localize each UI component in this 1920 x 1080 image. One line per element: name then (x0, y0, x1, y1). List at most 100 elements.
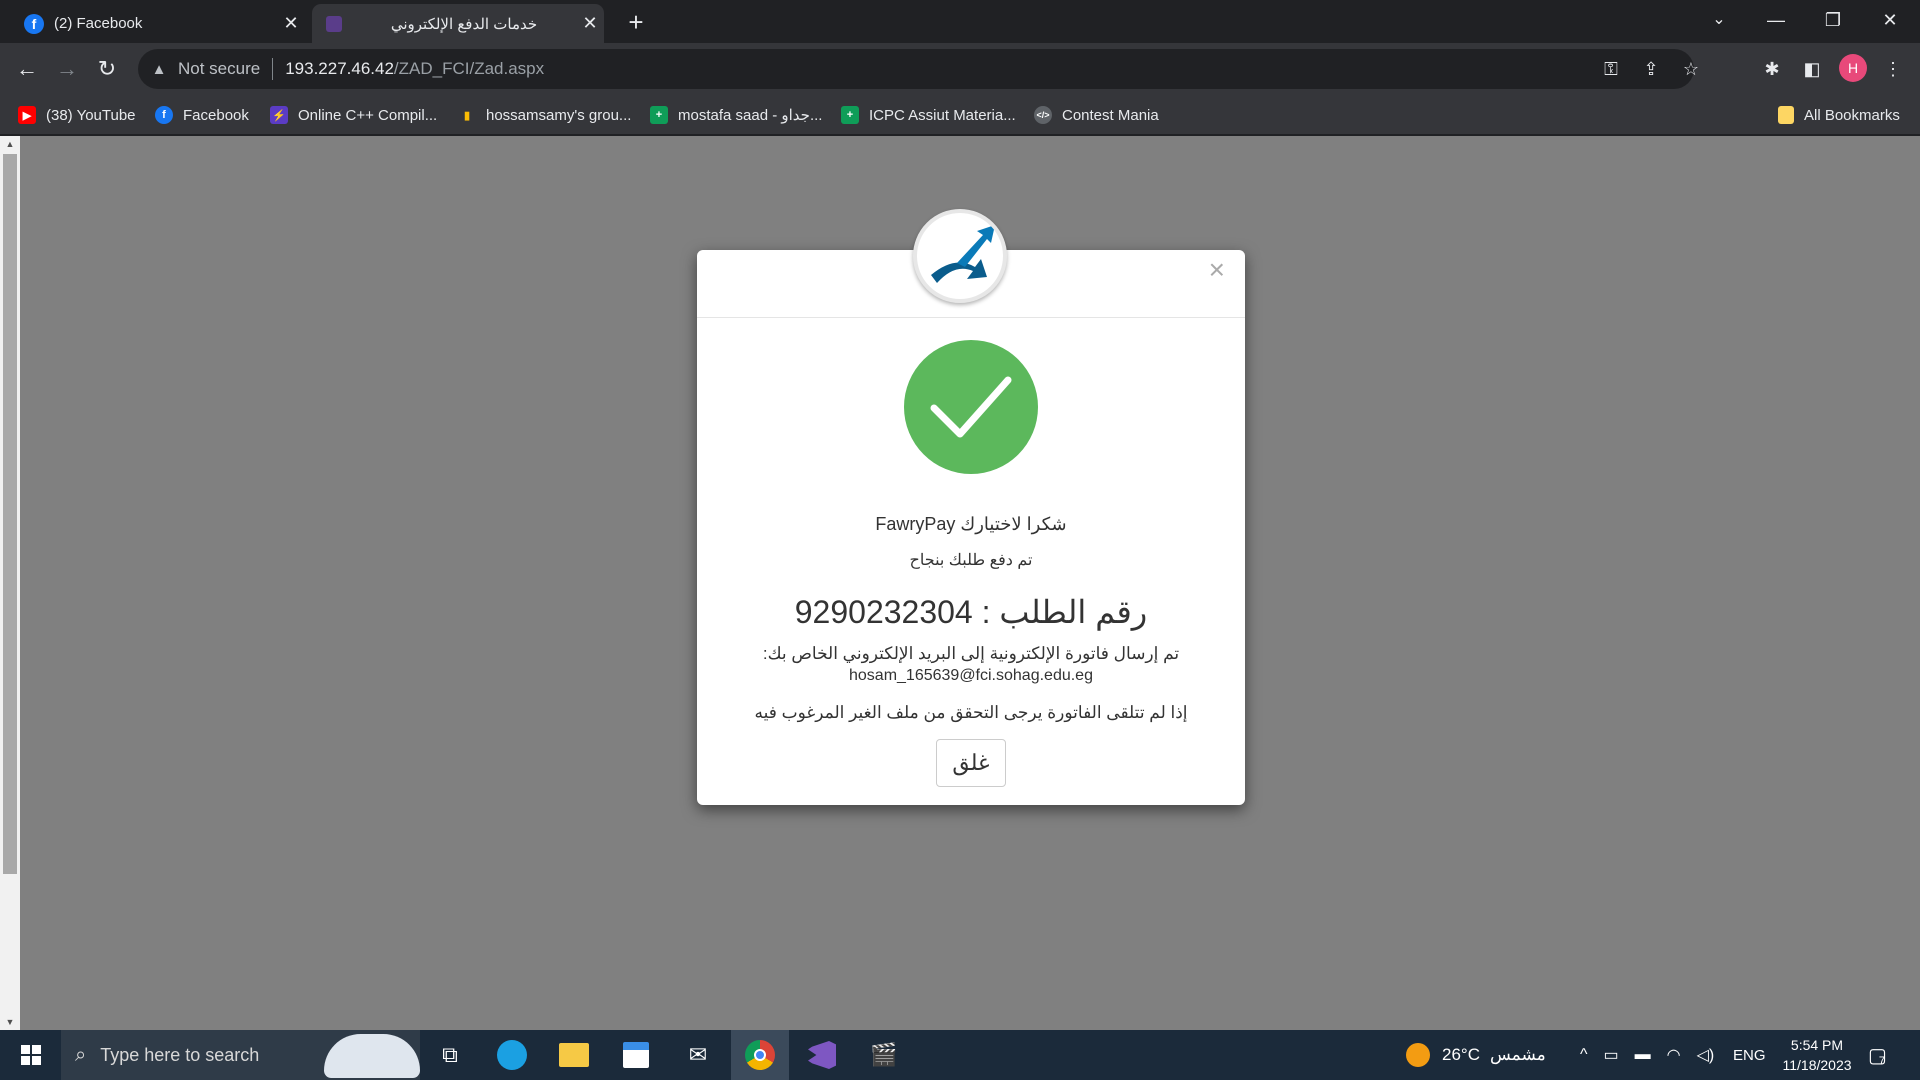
bookmark-compiler[interactable]: ⚡ Online C++ Compil... (270, 95, 437, 135)
task-view-icon[interactable]: ⧉ (421, 1030, 479, 1080)
site-icon (326, 15, 342, 32)
bookmark-label: ICPC Assiut Materia... (869, 106, 1016, 124)
tab-search-icon[interactable]: ⌄ (1691, 0, 1747, 40)
folder-icon (1778, 106, 1794, 124)
code-icon: </> (1034, 106, 1052, 124)
windows-start-icon[interactable] (2, 1030, 60, 1080)
warning-icon[interactable]: ▲ (148, 61, 170, 78)
email-address: hosam_165639@fci.sohag.edu.eg (849, 667, 1093, 684)
taskbar: ⌕ Type here to search ⧉ ✉ 🎬 26°C مشمس ^ … (0, 1030, 1920, 1080)
meet-icon[interactable]: ▭ (1604, 1045, 1619, 1065)
key-icon[interactable]: ⚿ (1596, 49, 1626, 89)
fawry-logo-icon (913, 209, 1007, 303)
chevron-up-icon[interactable]: ^ (1580, 1046, 1588, 1064)
notification-count: 7 (1878, 1055, 1886, 1067)
tab-title: (2) Facebook (54, 15, 143, 32)
weather-condition: مشمس (1489, 1045, 1546, 1064)
polar-bear-icon (324, 1034, 420, 1078)
bookmark-label: (38) YouTube (46, 106, 136, 124)
sun-icon (1406, 1043, 1430, 1067)
star-icon[interactable]: ☆ (1676, 49, 1706, 89)
scrollbar-thumb[interactable] (3, 154, 17, 874)
visual-studio-icon[interactable] (793, 1030, 851, 1080)
bookmark-label: mostafa saad - جداو... (678, 107, 823, 124)
menu-icon[interactable]: ⋮ (1876, 52, 1910, 86)
success-check-icon (904, 340, 1038, 474)
tab-payment[interactable]: خدمات الدفع الإلكتروني ✕ (312, 4, 604, 43)
browser-toolbar: ← → ↻ ▲ Not secure 193.227.46.42 /ZAD_FC… (0, 43, 1920, 95)
order-number: رقم الطلب : 9290232304 (697, 593, 1245, 631)
back-icon[interactable]: ← (10, 52, 44, 86)
tab-strip: f (2) Facebook ✕ خدمات الدفع الإلكتروني … (0, 0, 1920, 43)
battery-icon[interactable]: ▬ (1635, 1046, 1651, 1064)
sheets-icon: + (650, 106, 668, 124)
url-path: /ZAD_FCI/Zad.aspx (393, 59, 545, 78)
clock-date: 11/18/2023 (1782, 1057, 1852, 1073)
bookmark-label: Online C++ Compil... (298, 106, 438, 124)
invoice-sent-message: تم إرسال فاتورة الإلكترونية إلى البريد ا… (762, 644, 1180, 663)
scroll-down-icon[interactable]: ▼ (0, 1014, 20, 1030)
clock[interactable]: 5:54 PM 11/18/2023 (1774, 1030, 1860, 1080)
divider (272, 58, 274, 80)
bookmarks-bar: ▶ (38) YouTube f Facebook ⚡ Online C++ C… (0, 95, 1920, 135)
side-panel-icon[interactable]: ◧ (1795, 52, 1829, 86)
security-label[interactable]: Not secure (178, 59, 260, 79)
avatar[interactable]: H (1839, 54, 1867, 82)
bookmark-icpc[interactable]: + ICPC Assiut Materia... (841, 95, 1016, 135)
store-icon[interactable] (607, 1030, 665, 1080)
tab-close-icon[interactable]: ✕ (277, 13, 305, 34)
bookmark-label: hossamsamy's grou... (486, 106, 632, 124)
language-indicator[interactable]: ENG (1733, 1030, 1766, 1080)
scrollbar[interactable]: ▲ ▼ (0, 136, 20, 1030)
taskbar-search-input[interactable]: ⌕ Type here to search (61, 1030, 420, 1080)
bookmark-label: All Bookmarks (1804, 106, 1900, 124)
restore-button[interactable]: ❐ (1805, 0, 1861, 40)
reload-icon[interactable]: ↻ (90, 52, 124, 86)
tab-close-icon[interactable]: ✕ (576, 13, 604, 34)
edge-icon[interactable] (483, 1030, 541, 1080)
tab-title: خدمات الدفع الإلكتروني (390, 15, 538, 33)
facebook-icon: f (155, 106, 173, 124)
address-bar[interactable]: ▲ Not secure 193.227.46.42 /ZAD_FCI/Zad.… (138, 49, 1699, 89)
spam-note: إذا لم تتلقى الفاتورة يرجى التحقق من ملف… (754, 703, 1188, 722)
wifi-icon[interactable]: ◠ (1667, 1045, 1681, 1065)
notifications-icon[interactable]: ▢ 7 (1868, 1030, 1887, 1080)
bookmark-contest[interactable]: </> Contest Mania (1034, 95, 1159, 135)
modal-header: × (697, 209, 1245, 318)
extensions-icon[interactable]: ✱ (1755, 52, 1789, 86)
bookmark-label: Contest Mania (1062, 106, 1159, 124)
tab-facebook[interactable]: f (2) Facebook ✕ (10, 4, 305, 43)
chart-icon: ▮ (463, 109, 471, 122)
paid-message: تم دفع طلبك بنجاح (909, 552, 1033, 569)
chrome-icon[interactable] (731, 1030, 789, 1080)
system-tray: ^ ▭ ▬ ◠ ◁) (1580, 1030, 1714, 1080)
page-content: ▲ ▼ × شكرا لاختيارك FawryPay تم دفع طلبك… (0, 136, 1920, 1030)
forward-icon[interactable]: → (50, 52, 84, 86)
bookmark-mostafa[interactable]: + mostafa saad - جداو... (650, 95, 822, 135)
sheets-icon: + (841, 106, 859, 124)
volume-icon[interactable]: ◁) (1697, 1045, 1715, 1065)
close-window-button[interactable]: ✕ (1862, 0, 1918, 40)
scroll-up-icon[interactable]: ▲ (0, 136, 20, 152)
bookmark-youtube[interactable]: ▶ (38) YouTube (18, 95, 136, 135)
weather-widget[interactable]: 26°C مشمس (1406, 1030, 1546, 1080)
close-button[interactable]: غلق (936, 739, 1006, 787)
modal-close-icon[interactable]: × (1209, 256, 1225, 284)
minimize-button[interactable]: — (1748, 0, 1804, 40)
payment-success-modal: × شكرا لاختيارك FawryPay تم دفع طلبك بنج… (697, 209, 1245, 805)
weather-temp: 26°C (1442, 1045, 1480, 1064)
bookmark-label: Facebook (183, 106, 249, 124)
order-label: رقم الطلب : (972, 594, 1148, 630)
mail-icon[interactable]: ✉ (669, 1030, 727, 1080)
clapper-icon[interactable]: 🎬 (855, 1030, 913, 1080)
search-placeholder: Type here to search (100, 1044, 260, 1065)
file-explorer-icon[interactable] (545, 1030, 603, 1080)
bookmark-facebook[interactable]: f Facebook (155, 95, 249, 135)
thanks-message: شكرا لاختيارك FawryPay (875, 514, 1067, 534)
all-bookmarks[interactable]: All Bookmarks (1778, 95, 1900, 135)
new-tab-button[interactable]: + (622, 8, 650, 36)
clock-time: 5:54 PM (1790, 1037, 1844, 1053)
youtube-icon: ▶ (18, 106, 36, 124)
share-icon[interactable]: ⇪ (1636, 49, 1666, 89)
bookmark-group[interactable]: ▮ hossamsamy's grou... (458, 95, 631, 135)
